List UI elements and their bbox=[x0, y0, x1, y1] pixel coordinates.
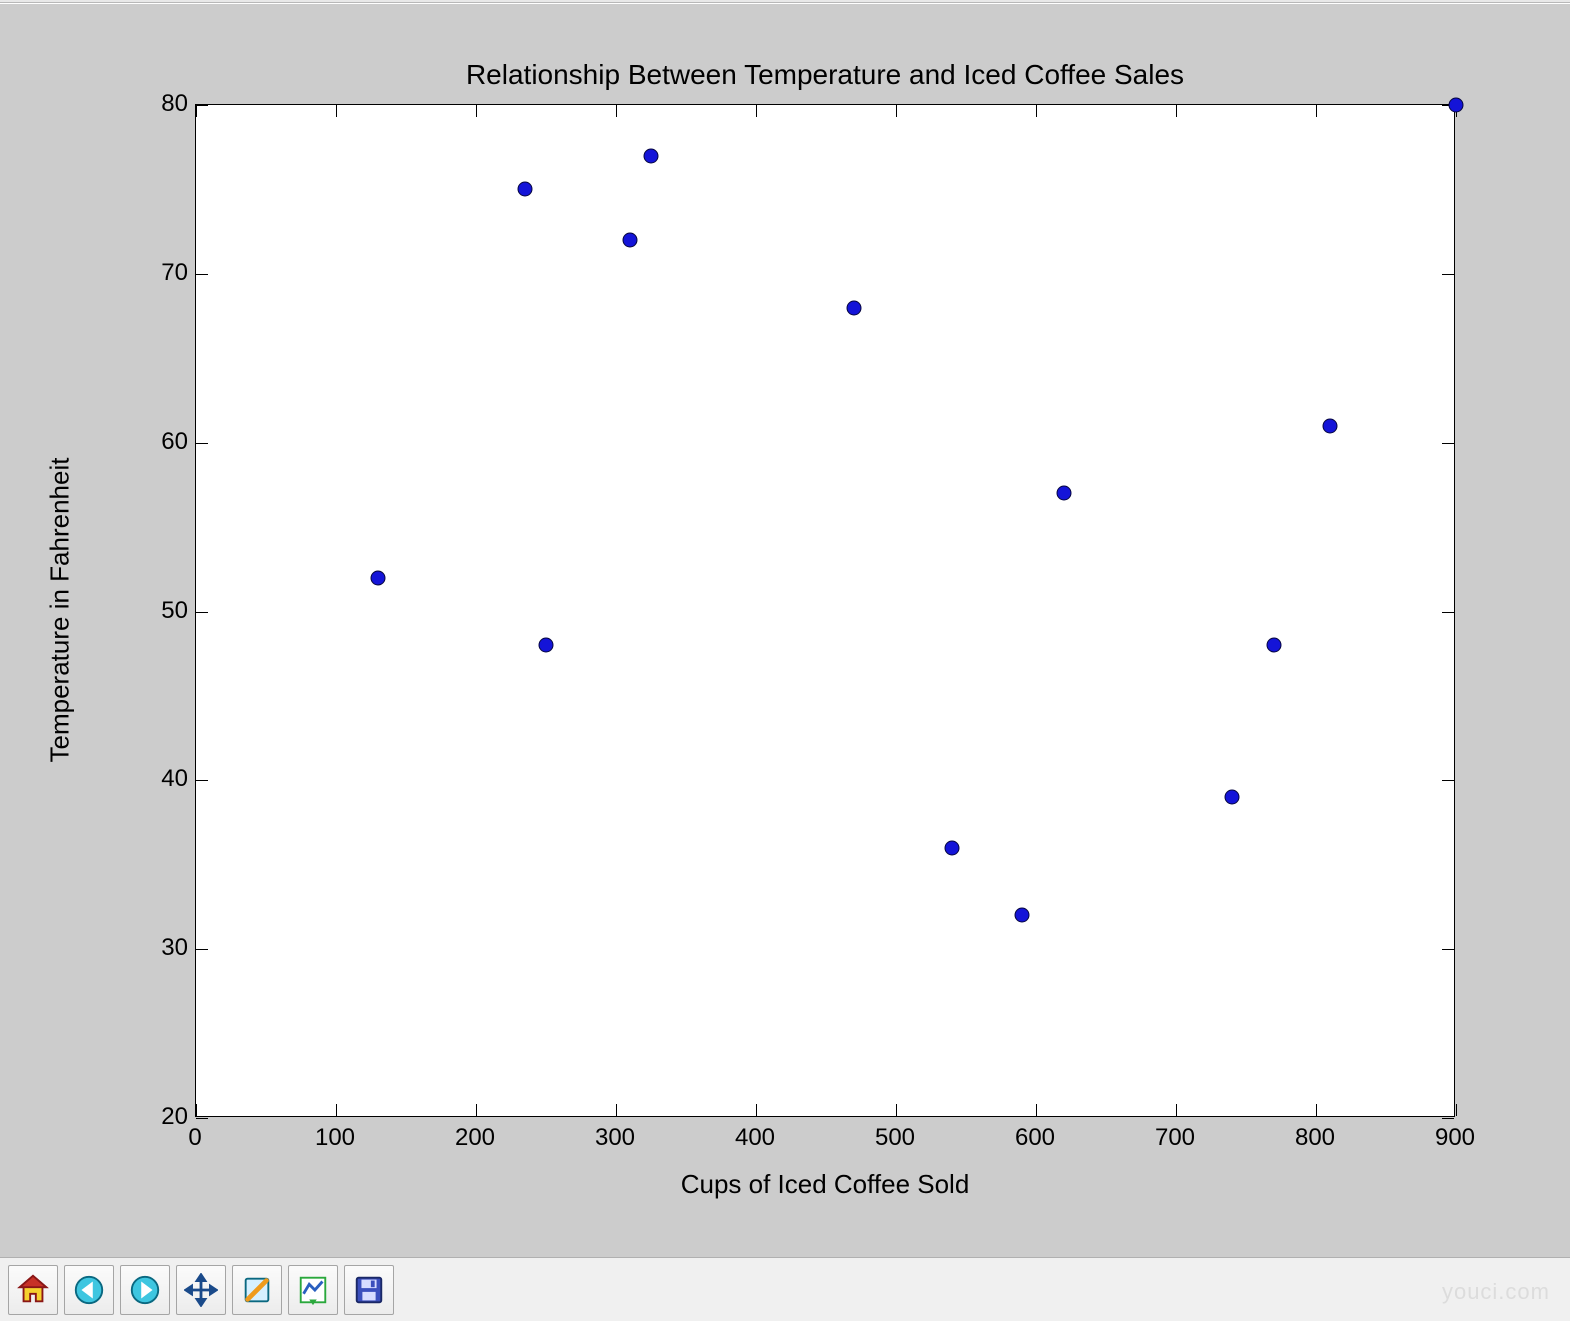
data-point bbox=[539, 638, 554, 653]
data-point bbox=[1323, 418, 1338, 433]
arrow-right-icon bbox=[128, 1273, 162, 1307]
back-button[interactable] bbox=[64, 1265, 114, 1315]
zoom-rect-icon bbox=[240, 1273, 274, 1307]
data-point bbox=[1057, 486, 1072, 501]
forward-button[interactable] bbox=[120, 1265, 170, 1315]
data-point bbox=[518, 182, 533, 197]
home-button[interactable] bbox=[8, 1265, 58, 1315]
arrow-left-icon bbox=[72, 1273, 106, 1307]
data-point bbox=[1449, 98, 1464, 113]
y-tick bbox=[1442, 780, 1454, 781]
data-point bbox=[623, 233, 638, 248]
x-tick bbox=[756, 105, 757, 117]
x-tick bbox=[616, 105, 617, 117]
data-point bbox=[945, 840, 960, 855]
x-tick-label: 700 bbox=[1155, 1124, 1195, 1152]
zoom-button[interactable] bbox=[232, 1265, 282, 1315]
y-tick bbox=[196, 612, 208, 613]
y-tick bbox=[1442, 274, 1454, 275]
y-axis-label: Temperature in Fahrenheit bbox=[45, 410, 76, 810]
y-tick-label: 40 bbox=[148, 765, 188, 793]
x-tick bbox=[896, 1104, 897, 1116]
y-tick-label: 60 bbox=[148, 428, 188, 456]
x-tick-label: 800 bbox=[1295, 1124, 1335, 1152]
x-tick bbox=[476, 105, 477, 117]
x-tick bbox=[336, 105, 337, 117]
figure-window: Relationship Between Temperature and Ice… bbox=[0, 0, 1570, 1321]
y-tick bbox=[1442, 612, 1454, 613]
x-tick bbox=[1036, 1104, 1037, 1116]
y-tick bbox=[196, 105, 208, 106]
move-icon bbox=[184, 1273, 218, 1307]
x-tick bbox=[1176, 1104, 1177, 1116]
y-tick bbox=[196, 949, 208, 950]
data-point bbox=[644, 148, 659, 163]
save-icon bbox=[352, 1273, 386, 1307]
x-tick bbox=[1316, 1104, 1317, 1116]
x-tick-label: 200 bbox=[455, 1124, 495, 1152]
x-tick bbox=[196, 1104, 197, 1116]
y-tick bbox=[196, 274, 208, 275]
y-tick bbox=[1442, 443, 1454, 444]
y-tick bbox=[1442, 949, 1454, 950]
data-point bbox=[1225, 790, 1240, 805]
x-tick bbox=[756, 1104, 757, 1116]
x-tick bbox=[616, 1104, 617, 1116]
figure-toolbar: youci.com bbox=[0, 1257, 1570, 1321]
home-icon bbox=[16, 1273, 50, 1307]
data-point bbox=[371, 570, 386, 585]
save-button[interactable] bbox=[344, 1265, 394, 1315]
x-tick bbox=[476, 1104, 477, 1116]
x-tick bbox=[896, 105, 897, 117]
x-tick-label: 0 bbox=[188, 1124, 201, 1152]
data-point bbox=[1015, 908, 1030, 923]
x-tick bbox=[1316, 105, 1317, 117]
plot-area bbox=[195, 104, 1455, 1117]
x-tick-label: 500 bbox=[875, 1124, 915, 1152]
data-point bbox=[847, 300, 862, 315]
x-tick bbox=[1036, 105, 1037, 117]
x-tick bbox=[1176, 105, 1177, 117]
data-point bbox=[1267, 638, 1282, 653]
x-tick-label: 300 bbox=[595, 1124, 635, 1152]
y-tick-label: 80 bbox=[148, 90, 188, 118]
watermark-text: youci.com bbox=[1442, 1279, 1550, 1305]
window-top-border bbox=[0, 0, 1570, 3]
y-tick-label: 20 bbox=[148, 1103, 188, 1131]
y-tick-label: 30 bbox=[148, 934, 188, 962]
y-tick-label: 50 bbox=[148, 597, 188, 625]
chart-title: Relationship Between Temperature and Ice… bbox=[195, 59, 1455, 91]
subplots-icon bbox=[296, 1273, 330, 1307]
x-tick-label: 600 bbox=[1015, 1124, 1055, 1152]
y-tick-label: 70 bbox=[148, 259, 188, 287]
x-tick bbox=[196, 105, 197, 117]
x-tick bbox=[336, 1104, 337, 1116]
x-tick-label: 400 bbox=[735, 1124, 775, 1152]
x-axis-label: Cups of Iced Coffee Sold bbox=[195, 1169, 1455, 1200]
y-tick bbox=[196, 1118, 208, 1119]
x-tick bbox=[1456, 1104, 1457, 1116]
x-tick-label: 900 bbox=[1435, 1124, 1475, 1152]
y-tick bbox=[196, 780, 208, 781]
x-tick-label: 100 bbox=[315, 1124, 355, 1152]
pan-button[interactable] bbox=[176, 1265, 226, 1315]
subplots-button[interactable] bbox=[288, 1265, 338, 1315]
y-tick bbox=[1442, 1118, 1454, 1119]
y-tick bbox=[196, 443, 208, 444]
figure-canvas: Relationship Between Temperature and Ice… bbox=[0, 4, 1570, 1257]
